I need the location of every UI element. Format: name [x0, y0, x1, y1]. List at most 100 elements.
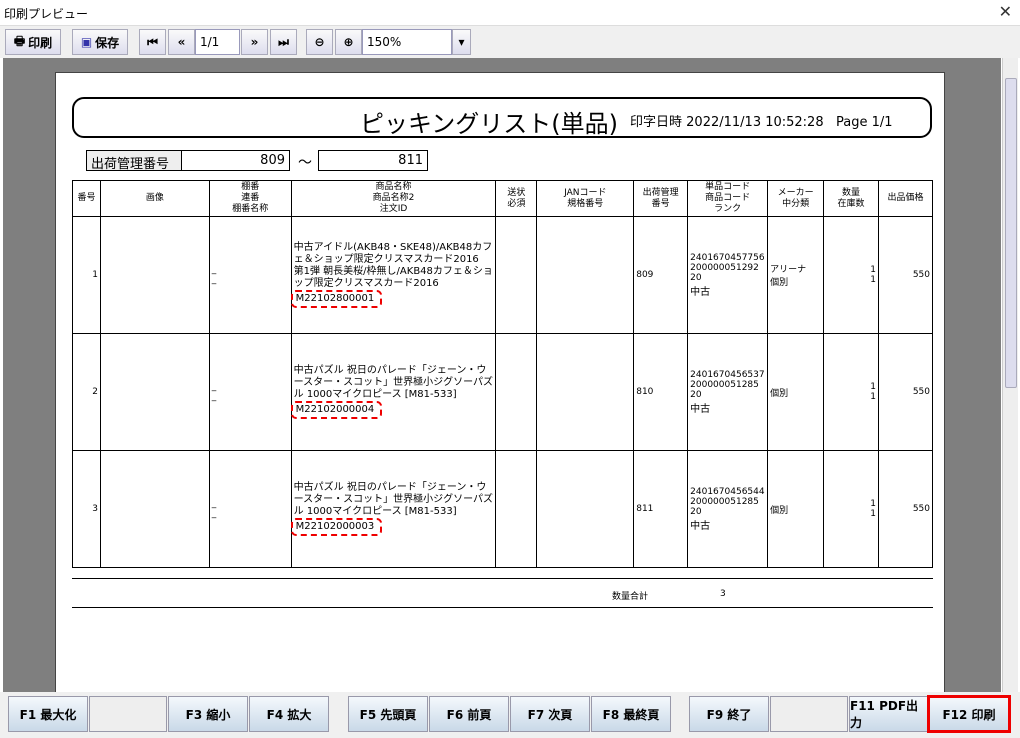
table-row: 3 _ _ 中古パズル 祝日のパレード「ジェーン・ウースター・スコット」世界極小ジ… — [72, 450, 934, 568]
printed-label: 印字日時 — [630, 115, 683, 130]
order-id: M22102800001 — [290, 290, 383, 308]
f11-pdf-button[interactable]: F11 PDF出力 — [849, 696, 929, 732]
rank: 中古 — [690, 520, 711, 532]
total-value: 3 — [720, 589, 726, 599]
cell-name: 中古パズル 祝日のパレード「ジェーン・ウースター・スコット」世界極小ジグソーパズ… — [290, 333, 497, 451]
floppy-icon: ▣ — [80, 35, 93, 49]
cell-image — [99, 216, 210, 334]
cell-codes: 2401670456537 200000051285 20 中古 — [687, 333, 769, 451]
cell-ship: 809 — [633, 216, 689, 334]
next-page-button[interactable]: » — [241, 29, 268, 55]
column-header: 出品価格 — [877, 180, 934, 217]
report-header: ピッキングリスト(単品) 印字日時 2022/11/13 10:52:28 Pa… — [72, 97, 932, 138]
save-label: 保存 — [95, 35, 120, 50]
f9-exit-button[interactable]: F9 終了 — [689, 696, 769, 732]
item-codes: 2401670456544 200000051285 20 — [690, 486, 765, 517]
total-bottom-line — [72, 607, 933, 608]
last-page-button[interactable]: ⏭ — [270, 29, 297, 55]
f2-empty-button[interactable] — [89, 696, 167, 732]
picking-table: 番号 画像 棚番 連番 棚番名称 商品名称 商品名称2 注文ID 送状 必須 JANコード… — [72, 180, 934, 568]
product-name: 中古アイドル(AKB48・SKE48)/AKB48カフェ＆ショップ限定クリスマス… — [293, 242, 493, 289]
cell-image — [99, 450, 210, 568]
f4-zoom-in-button[interactable]: F4 拡大 — [249, 696, 329, 732]
table-row: 2 _ _ 中古パズル 祝日のパレード「ジェーン・ウースター・スコット」世界極小ジ… — [72, 333, 934, 451]
cell-jan — [536, 333, 635, 451]
zoom-dropdown-button[interactable]: ▾ — [452, 29, 471, 55]
page-input[interactable]: 1/1 — [195, 29, 240, 55]
product-name: 中古パズル 祝日のパレード「ジェーン・ウースター・スコット」世界極小ジグソーパズ… — [293, 365, 494, 400]
column-header: 数量 在庫数 — [823, 180, 879, 217]
prev-page-button[interactable]: « — [168, 29, 195, 55]
print-meta: 印字日時 2022/11/13 10:52:28 Page 1/1 — [630, 111, 893, 130]
save-button[interactable]: ▣ 保存 — [72, 29, 128, 55]
f7-next-page-button[interactable]: F7 次頁 — [510, 696, 590, 732]
report-title: ピッキングリスト(単品) — [360, 110, 619, 138]
toolbar: 🖶 印刷 ▣ 保存 ⏮ « 1/1 » ⏭ ⊖ ⊕ 150% ▾ — [0, 26, 1020, 58]
cell-tana: _ _ — [208, 216, 292, 334]
order-id: M22102000004 — [290, 401, 383, 419]
cell-no: 2 — [72, 333, 101, 451]
cell-ship-required — [495, 333, 538, 451]
cell-no: 1 — [72, 216, 101, 334]
cell-name: 中古アイドル(AKB48・SKE48)/AKB48カフェ＆ショップ限定クリスマス… — [290, 216, 497, 334]
first-page-button[interactable]: ⏮ — [139, 29, 166, 55]
f1-maximize-button[interactable]: F1 最大化 — [8, 696, 88, 732]
column-header: 送状 必須 — [495, 180, 538, 217]
cell-name: 中古パズル 祝日のパレード「ジェーン・ウースター・スコット」世界極小ジグソーパズ… — [290, 450, 497, 568]
cell-qty: 1 1 — [823, 333, 879, 451]
cell-codes: 2401670457756 200000051292 20 中古 — [687, 216, 769, 334]
cell-ship-required — [495, 216, 538, 334]
zoom-select[interactable]: 150% — [362, 29, 452, 55]
close-button[interactable]: ✕ — [999, 2, 1012, 21]
cell-no: 3 — [72, 450, 101, 568]
cell-jan — [536, 216, 635, 334]
page-number: Page 1/1 — [836, 115, 893, 130]
print-label: 印刷 — [28, 35, 53, 50]
scroll-thumb[interactable] — [1005, 78, 1017, 388]
cell-maker: 個別 — [767, 333, 825, 451]
first-page-icon: ⏮ — [147, 34, 158, 49]
f6-prev-page-button[interactable]: F6 前頁 — [429, 696, 509, 732]
function-key-bar: F1 最大化 F3 縮小 F4 拡大 F5 先頭頁 F6 前頁 F7 次頁 F8… — [0, 692, 1020, 738]
column-header: 番号 — [72, 180, 101, 217]
cell-ship-required — [495, 450, 538, 568]
cell-tana: _ _ — [208, 450, 292, 568]
zoom-in-button[interactable]: ⊕ — [335, 29, 362, 55]
cell-maker: 個別 — [767, 450, 825, 568]
range-from: 809 — [181, 150, 290, 171]
cell-qty: 1 1 — [823, 450, 879, 568]
cell-price: 550 — [877, 216, 934, 334]
item-codes: 2401670457756 200000051292 20 — [690, 252, 765, 283]
cell-qty: 1 1 — [823, 216, 879, 334]
chevron-right-icon: » — [250, 35, 259, 49]
last-page-icon: ⏭ — [278, 34, 289, 49]
product-name: 中古パズル 祝日のパレード「ジェーン・ウースター・スコット」世界極小ジグソーパズ… — [293, 482, 494, 517]
chevron-down-icon: ▾ — [458, 35, 465, 49]
printed-datetime: 2022/11/13 10:52:28 — [686, 115, 824, 130]
print-button[interactable]: 🖶 印刷 — [5, 29, 61, 55]
order-id: M22102000003 — [290, 518, 383, 536]
cell-price: 550 — [877, 450, 934, 568]
f5-first-page-button[interactable]: F5 先頭頁 — [348, 696, 428, 732]
cell-codes: 2401670456544 200000051285 20 中古 — [687, 450, 769, 568]
range-label: 出荷管理番号 — [86, 150, 182, 172]
range-sep: ～ — [298, 155, 312, 171]
range-to: 811 — [318, 150, 428, 171]
f10-empty-button[interactable] — [770, 696, 848, 732]
f12-print-button[interactable]: F12 印刷 — [927, 695, 1011, 733]
total-label: 数量合計 — [612, 592, 649, 602]
report-page: ピッキングリスト(単品) 印字日時 2022/11/13 10:52:28 Pa… — [55, 72, 945, 697]
f3-zoom-out-button[interactable]: F3 縮小 — [168, 696, 248, 732]
cell-ship: 810 — [633, 333, 689, 451]
column-header: 画像 — [99, 180, 210, 217]
zoom-out-icon: ⊖ — [314, 35, 325, 49]
f8-last-page-button[interactable]: F8 最終頁 — [591, 696, 671, 732]
table-row: 1 _ _ 中古アイドル(AKB48・SKE48)/AKB48カフェ＆ショップ限定… — [72, 216, 934, 334]
column-header: JANコード 規格番号 — [536, 180, 635, 217]
chevron-left-icon: « — [177, 35, 186, 49]
item-codes: 2401670456537 200000051285 20 — [690, 369, 765, 400]
window-title: 印刷プレビュー — [4, 7, 89, 21]
vertical-scrollbar[interactable] — [1002, 58, 1018, 692]
zoom-out-button[interactable]: ⊖ — [306, 29, 333, 55]
printer-icon: 🖶 — [13, 33, 26, 48]
